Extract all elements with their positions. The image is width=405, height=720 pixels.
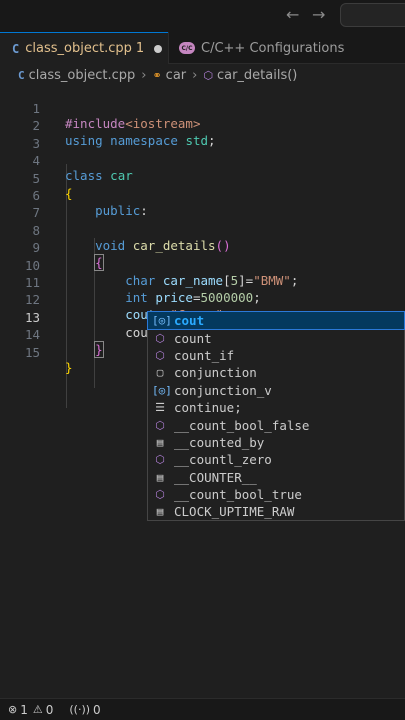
- suggestion-label: continue;: [174, 400, 242, 416]
- breadcrumb-file[interactable]: class_object.cpp: [29, 68, 136, 83]
- suggestion-label: conjunction_v: [174, 382, 272, 398]
- suggestion-item[interactable]: ▤ __COUNTER__: [148, 469, 404, 486]
- code-line-current: 13 cout: [0, 295, 405, 340]
- method-icon: ⬡: [155, 348, 165, 362]
- title-bar: ← →: [0, 0, 405, 32]
- warning-count: 0: [45, 702, 54, 717]
- code-line: 12 cout<<"Car: "<<car_name;: [0, 277, 405, 322]
- suggestion-item[interactable]: [◎] cout: [147, 310, 405, 331]
- chevron-right-icon: ›: [192, 67, 198, 83]
- code-line: 3: [0, 121, 405, 151]
- module-icon: ▢: [156, 366, 164, 380]
- code-line: 10 char car_name[5]="BMW";: [0, 243, 405, 288]
- variable-icon: [◎]: [152, 383, 172, 397]
- suggestion-item[interactable]: ⬡ __countl_zero: [148, 451, 404, 468]
- suggestion-item[interactable]: ⬡ count_if: [148, 347, 404, 364]
- forward-arrow-icon[interactable]: →: [312, 5, 325, 24]
- brace: }: [65, 359, 73, 375]
- suggestion-item[interactable]: [◎] conjunction_v: [148, 382, 404, 399]
- modified-dot-icon[interactable]: [154, 44, 163, 53]
- line-number: 15: [24, 344, 40, 360]
- code-line: 4 class car: [0, 138, 405, 183]
- suggestion-widget: [◎] cout ⬡ count ⬡ count_if ▢ conjunctio…: [147, 310, 405, 521]
- variable-icon: [◎]: [152, 314, 172, 328]
- code-line: 5 {: [0, 156, 405, 201]
- ports-indicator[interactable]: ((·)) 0: [69, 703, 100, 717]
- suggestion-label: CLOCK_UPTIME_RAW: [174, 504, 295, 520]
- method-icon: ⬡: [155, 418, 165, 432]
- enum-icon: ▤: [156, 505, 164, 519]
- suggestion-label: count_if: [174, 347, 235, 363]
- suggestion-label: __COUNTER__: [174, 469, 257, 485]
- suggestion-label: __counted_by: [174, 434, 265, 450]
- suggestion-label: count: [174, 330, 212, 346]
- method-icon: ⬡: [203, 68, 213, 82]
- error-count: 1: [20, 702, 28, 717]
- tab-problem-count: 1: [135, 41, 145, 56]
- suggestion-label: __count_bool_false: [174, 417, 310, 433]
- suggestion-label: __count_bool_true: [174, 487, 302, 503]
- method-icon: ⬡: [155, 488, 165, 502]
- status-bar: ⊗ 1 ⚠ 0 ((·)) 0: [0, 698, 405, 720]
- settings-icon: C/C: [179, 42, 195, 54]
- code-line: 2 using namespace std;: [0, 103, 405, 148]
- code-line: 6 public:: [0, 173, 405, 218]
- breadcrumb-class[interactable]: car: [166, 68, 186, 83]
- suggestion-item[interactable]: ☰ continue;: [148, 399, 404, 416]
- cpp-file-icon: C: [12, 41, 20, 56]
- cpp-file-icon: C: [18, 68, 25, 82]
- error-icon: ⊗: [8, 703, 18, 716]
- suggestion-label: conjunction: [174, 365, 257, 381]
- tab-label: class_object.cpp: [25, 41, 132, 56]
- method-icon: ⬡: [155, 331, 165, 345]
- enum-icon: ▤: [156, 435, 164, 449]
- suggestion-item[interactable]: ▤ __counted_by: [148, 434, 404, 451]
- tab-class-object-cpp[interactable]: C class_object.cpp 1: [0, 32, 168, 64]
- chevron-right-icon: ›: [141, 67, 147, 83]
- suggestion-label: cout: [174, 313, 205, 329]
- breadcrumb: C class_object.cpp › ⚭ car › ⬡ car_detai…: [0, 64, 405, 86]
- suggestion-label: __countl_zero: [174, 452, 272, 468]
- method-icon: ⬡: [155, 453, 165, 467]
- command-center[interactable]: [340, 3, 405, 27]
- warning-icon: ⚠: [32, 703, 43, 716]
- suggestion-item[interactable]: ⬡ __count_bool_false: [148, 416, 404, 433]
- code-line: 11 int price=5000000;: [0, 260, 405, 305]
- problems-indicator[interactable]: ⊗ 1 ⚠ 0: [8, 703, 53, 717]
- enum-icon: ▤: [156, 470, 164, 484]
- class-icon: ⚭: [152, 68, 162, 82]
- suggestion-item[interactable]: ▤ CLOCK_UPTIME_RAW: [148, 503, 404, 520]
- back-arrow-icon[interactable]: ←: [286, 5, 299, 24]
- ports-count: 0: [93, 702, 101, 717]
- suggestion-item[interactable]: ▢ conjunction: [148, 364, 404, 381]
- tab-label: C/C++ Configurations: [201, 40, 345, 56]
- suggestion-item[interactable]: ⬡ __count_bool_true: [148, 486, 404, 503]
- broadcast-icon: ((·)): [69, 703, 91, 716]
- code-line: 7: [0, 190, 405, 220]
- code-line: 9 {: [0, 225, 405, 272]
- snippet-icon: ☰: [155, 401, 165, 415]
- code-line: 1 #include<iostream>: [0, 86, 405, 131]
- tab-cpp-configurations[interactable]: C/C C/C++ Configurations: [168, 32, 348, 64]
- code-line: 8 void car_details(): [0, 208, 405, 253]
- tab-bar: C class_object.cpp 1 C/C C/C++ Configura…: [0, 32, 405, 64]
- breadcrumb-method[interactable]: car_details(): [217, 68, 297, 83]
- suggestion-item[interactable]: ⬡ count: [148, 329, 404, 346]
